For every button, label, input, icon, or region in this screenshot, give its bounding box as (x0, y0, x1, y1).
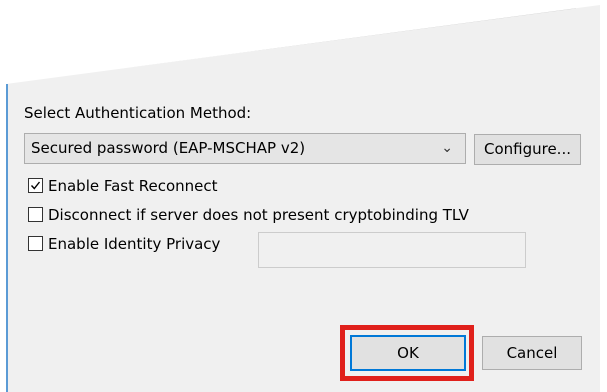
ok-button[interactable]: OK (350, 335, 466, 371)
auth-method-label: Select Authentication Method: (24, 104, 252, 122)
identity-privacy-field[interactable] (258, 232, 526, 268)
checkmark-icon (30, 181, 41, 190)
eap-properties-dialog: ... identity can't be verified ⌄ Select … (6, 2, 600, 392)
auth-method-dropdown[interactable]: Secured password (EAP-MSCHAP v2) ⌄ (24, 133, 466, 164)
warning-dropdown-value: ... identity can't be verified (213, 2, 416, 48)
dialog-left-edge (6, 84, 8, 392)
chevron-down-icon: ⌄ (441, 140, 453, 156)
page-right-margin (600, 5, 607, 392)
fast-reconnect-checkbox[interactable] (28, 178, 43, 193)
identity-privacy-checkbox[interactable] (28, 236, 43, 251)
chevron-down-icon: ⌄ (552, 5, 565, 11)
warning-dropdown[interactable]: ... identity can't be verified ⌄ (132, 2, 576, 67)
cancel-button[interactable]: Cancel (482, 336, 582, 370)
identity-privacy-label: Enable Identity Privacy (48, 235, 221, 253)
disconnect-tlv-label: Disconnect if server does not present cr… (48, 206, 469, 224)
disconnect-tlv-checkbox[interactable] (28, 207, 43, 222)
fast-reconnect-label: Enable Fast Reconnect (48, 177, 218, 195)
auth-method-value: Secured password (EAP-MSCHAP v2) (31, 139, 306, 157)
configure-button[interactable]: Configure... (474, 134, 581, 165)
